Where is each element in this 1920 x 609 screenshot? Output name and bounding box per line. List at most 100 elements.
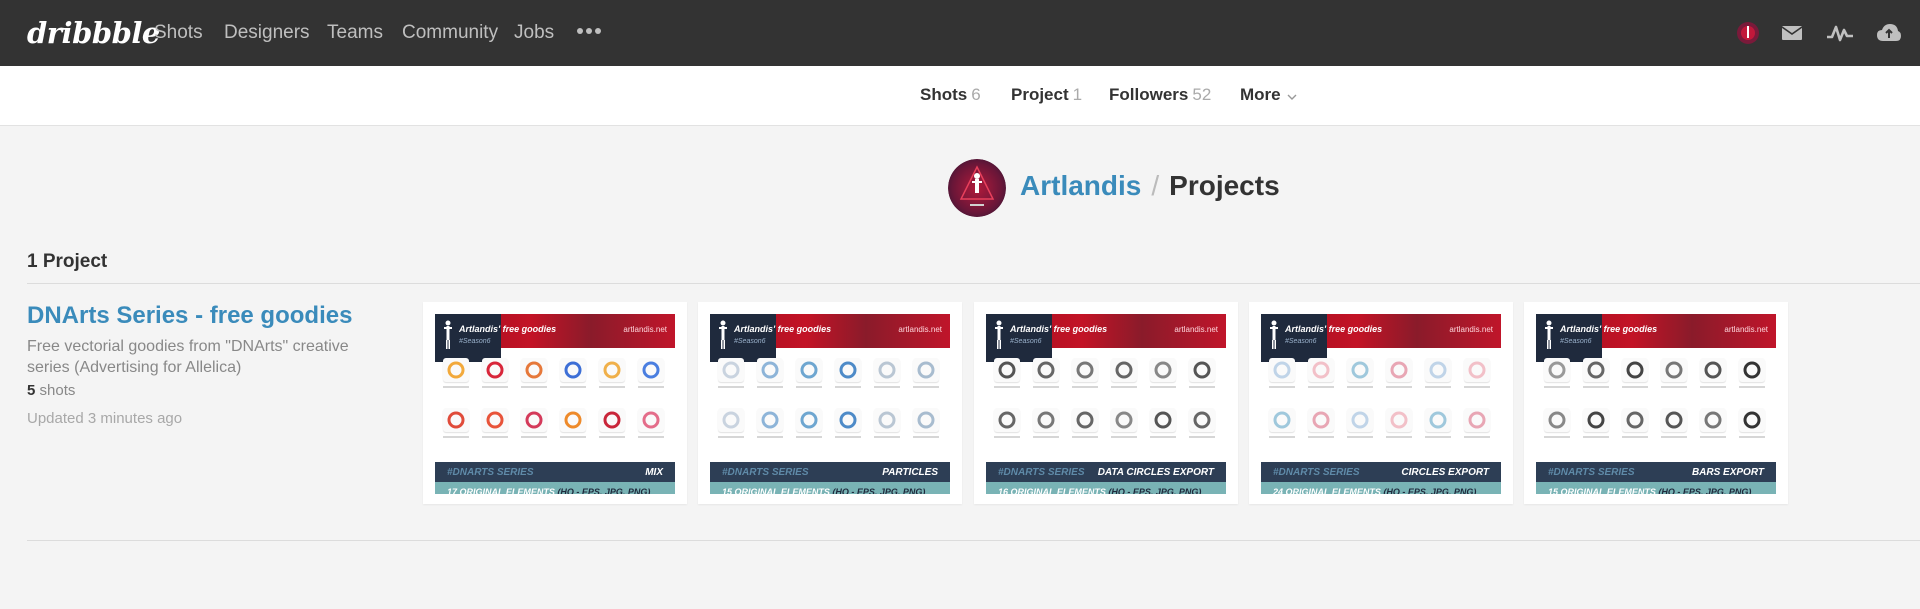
goodie-tile <box>443 408 469 432</box>
tile-caption <box>874 436 900 438</box>
tab-more-label: More <box>1240 85 1281 104</box>
activity-icon[interactable] <box>1826 21 1853 45</box>
tile-caption <box>1308 386 1334 388</box>
shot-elements-strip: 24 ORIGINAL ELEMENTS (HQ - EPS, JPG, PNG… <box>1261 482 1501 494</box>
tile-caption <box>1700 436 1726 438</box>
tile-caption <box>1661 436 1687 438</box>
goodie-tile <box>1622 358 1648 382</box>
tile-caption <box>1033 386 1059 388</box>
goodie-tile <box>1464 408 1490 432</box>
goodie-tile <box>796 408 822 432</box>
shot-thumbnail[interactable]: Artlandis' free goodies #Season6 artlandis… <box>423 302 687 504</box>
tile-caption <box>757 386 783 388</box>
project-title-link[interactable]: DNArts Series - free goodies <box>27 302 352 330</box>
username-link[interactable]: Artlandis <box>1020 170 1141 201</box>
shot-series-label: BARS EXPORT <box>1691 467 1764 478</box>
goodie-tile <box>1189 408 1215 432</box>
tile-caption <box>1739 436 1765 438</box>
nav-link-teams[interactable]: Teams <box>327 22 383 44</box>
goodie-tile <box>482 358 508 382</box>
dribbble-logo[interactable]: dribbble <box>27 16 160 50</box>
shot-elements-strip: 15 ORIGINAL ELEMENTS (HQ - EPS, JPG, PNG… <box>710 482 950 494</box>
ellipsis-icon[interactable] <box>576 19 602 49</box>
shot-brand: Artlandis' free goodies <box>1560 324 1657 334</box>
tile-caption <box>1150 386 1176 388</box>
tile-caption <box>1583 436 1609 438</box>
goodie-tile <box>874 358 900 382</box>
goodie-tile <box>1739 358 1765 382</box>
tab-project[interactable]: Project 1 <box>1011 85 1082 105</box>
goodie-tile <box>913 408 939 432</box>
tab-followers[interactable]: Followers 52 <box>1109 85 1211 105</box>
divider <box>27 283 1920 284</box>
shot-elements-strip: 17 ORIGINAL ELEMENTS (HQ - EPS, JPG, PNG… <box>435 482 675 494</box>
goodie-tile <box>1661 408 1687 432</box>
shot-brand-sub: free goodies <box>1328 324 1383 334</box>
avatar-icon[interactable] <box>1736 21 1760 45</box>
shot-image: Artlandis' free goodies #Season6 artlandis… <box>1261 314 1501 494</box>
goodie-tile <box>1739 408 1765 432</box>
goodie-tile <box>1072 358 1098 382</box>
shot-brand-name: Artlandis' <box>1560 324 1602 334</box>
tile-caption <box>482 436 508 438</box>
tab-followers-count: 52 <box>1192 85 1212 104</box>
shot-grid <box>1269 358 1497 458</box>
shot-thumbnail[interactable]: Artlandis' free goodies #Season6 artlandis… <box>698 302 962 504</box>
shot-brand-sub: free goodies <box>502 324 557 334</box>
projects-count: 1 Project <box>27 251 108 272</box>
tile-caption <box>1072 436 1098 438</box>
tile-caption <box>443 386 469 388</box>
goodie-tile <box>1308 408 1334 432</box>
tab-shots[interactable]: Shots 6 <box>920 85 981 105</box>
goodie-tile <box>994 408 1020 432</box>
tile-caption <box>913 436 939 438</box>
nav-link-shots[interactable]: Shots <box>154 22 203 44</box>
tile-caption <box>1308 436 1334 438</box>
goodie-tile <box>1386 358 1412 382</box>
goodie-tile <box>1269 358 1295 382</box>
shot-brand: Artlandis' free goodies <box>734 324 831 334</box>
shot-formats: (HQ - EPS, JPG, PNG) <box>1108 487 1202 494</box>
project-updated: Updated 3 minutes ago <box>27 410 183 427</box>
goodie-tile <box>994 358 1020 382</box>
human-figure-icon <box>994 320 1004 350</box>
nav-link-community[interactable]: Community <box>402 22 498 44</box>
tile-caption <box>835 386 861 388</box>
mail-icon[interactable] <box>1780 21 1804 45</box>
shot-thumbnail[interactable]: Artlandis' free goodies #Season6 artlandis… <box>974 302 1238 504</box>
tile-caption <box>482 386 508 388</box>
heading-separator: / <box>1151 170 1160 201</box>
shot-series-label: PARTICLES <box>882 467 938 478</box>
nav-link-designers[interactable]: Designers <box>224 22 310 44</box>
shot-elements-count: 15 ORIGINAL ELEMENTS <box>722 487 830 494</box>
shot-series-tag: #DNARTS SERIES <box>1548 467 1635 478</box>
shot-series-strip: #DNARTS SERIES PARTICLES <box>710 462 950 482</box>
goodie-tile <box>599 358 625 382</box>
tile-caption <box>1464 436 1490 438</box>
divider <box>27 540 1920 541</box>
profile-avatar[interactable] <box>948 159 1006 217</box>
tile-caption <box>521 386 547 388</box>
upload-icon[interactable] <box>1876 21 1901 45</box>
shot-elements-strip: 15 ORIGINAL ELEMENTS (HQ - EPS, JPG, PNG… <box>1536 482 1776 494</box>
project-description: Free vectorial goodies from "DNArts" cre… <box>27 338 349 376</box>
goodie-tile <box>718 358 744 382</box>
tab-more[interactable]: More <box>1240 85 1297 106</box>
shot-elements-count: 24 ORIGINAL ELEMENTS <box>1273 487 1381 494</box>
tile-caption <box>560 386 586 388</box>
shot-thumbnail[interactable]: Artlandis' free goodies #Season6 artlandis… <box>1249 302 1513 504</box>
goodie-tile <box>835 358 861 382</box>
goodie-tile <box>1033 358 1059 382</box>
tile-caption <box>718 436 744 438</box>
shot-season: #Season6 <box>459 338 491 345</box>
shot-thumbnail[interactable]: Artlandis' free goodies #Season6 artlandis… <box>1524 302 1788 504</box>
shot-season: #Season6 <box>1010 338 1042 345</box>
shot-image: Artlandis' free goodies #Season6 artlandis… <box>710 314 950 494</box>
tile-caption <box>1386 386 1412 388</box>
goodie-tile <box>638 358 664 382</box>
tile-caption <box>1033 436 1059 438</box>
tab-shots-label: Shots <box>920 85 968 104</box>
nav-link-jobs[interactable]: Jobs <box>514 22 554 44</box>
goodie-tile <box>1347 408 1373 432</box>
goodie-tile <box>1622 408 1648 432</box>
